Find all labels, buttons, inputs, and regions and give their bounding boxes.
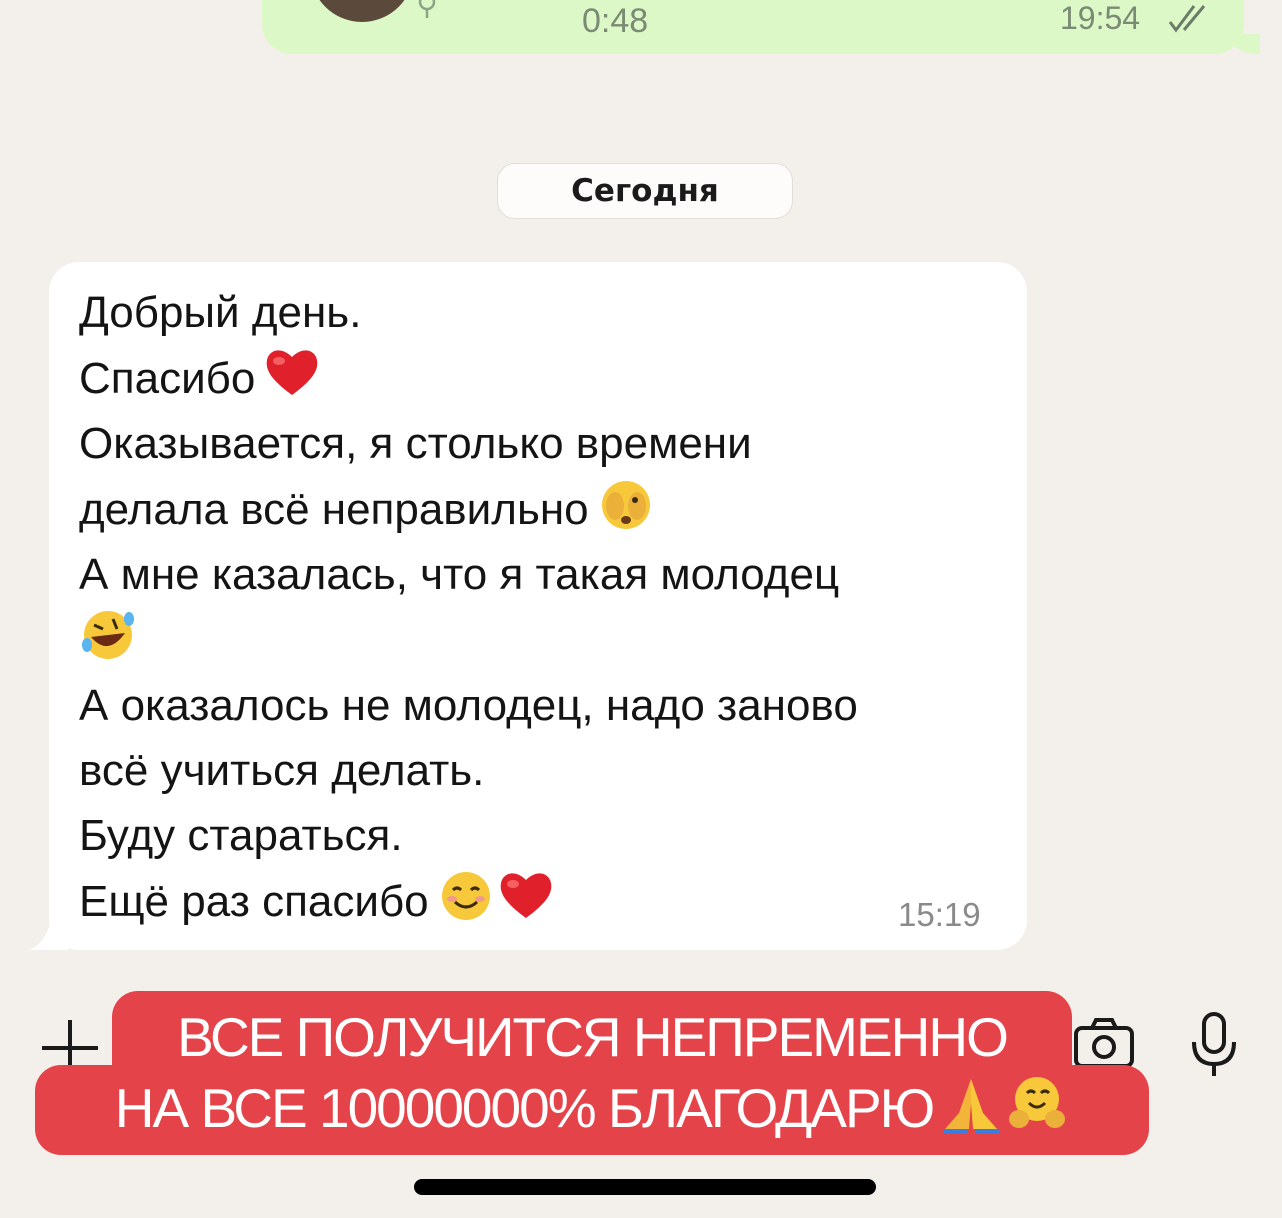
folded-hands-icon [939,1073,1003,1133]
message-line: А оказалось не молодец, надо заново [79,681,858,730]
outgoing-bubble-tail [1228,34,1260,54]
message-line: Добрый день. [79,288,362,337]
message-line: Ещё раз спасибо [79,868,997,934]
overlay-banner-line2: НА ВСЕ 10000000% БЛАГОДАРЮ [35,1073,1149,1140]
message-line: Буду стараться. [79,811,403,860]
rolling-on-floor-laughing-icon [79,607,137,661]
message-time: 19:54 [1060,0,1141,36]
chat-area: 0:48 19:54 Сегодня Добрый день. Спасибо … [0,0,1282,1218]
message-line: А мне казалась, что я такая молодец [79,550,840,599]
double-check-icon [1168,5,1206,33]
microphone-icon[interactable] [1188,1010,1240,1080]
voice-mic-icon [418,0,436,18]
hugging-face-icon [1005,1073,1069,1133]
message-line: делала всё неправильно [79,476,997,542]
message-line: Спасибо [79,345,997,411]
camera-icon[interactable] [1072,1016,1136,1070]
message-line: всё учиться делать. [79,746,485,795]
message-time: 15:19 [898,896,981,933]
message-line [79,607,997,673]
red-heart-icon [497,868,555,922]
home-indicator [414,1179,876,1195]
incoming-message[interactable]: Добрый день. Спасибо Оказывается, я стол… [49,262,1027,950]
overlay-banner-line1: ВСЕ ПОЛУЧИТСЯ НЕПРЕМЕННО [177,1006,1009,1068]
smiling-face-icon [437,868,495,922]
voice-duration: 0:48 [582,2,649,40]
face-with-peeking-eye-icon [597,476,655,530]
red-heart-icon [263,345,321,399]
message-line: Оказывается, я столько времени [79,419,752,468]
date-separator: Сегодня [497,163,793,219]
